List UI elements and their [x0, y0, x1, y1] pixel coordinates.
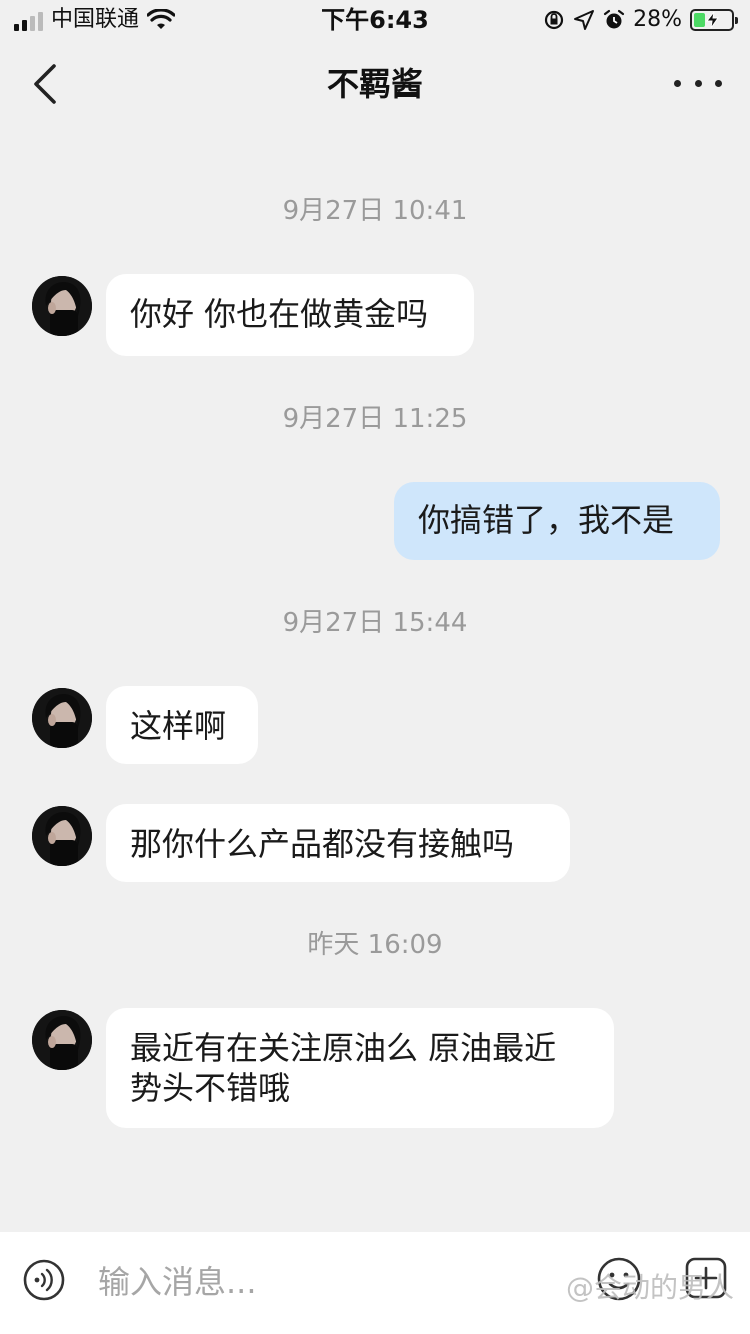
avatar[interactable] [32, 1010, 92, 1070]
received-message-bubble[interactable]: 你好 你也在做黄金吗 [106, 274, 474, 356]
chat-header: 不羁酱 [0, 44, 750, 124]
status-right: 28% [543, 6, 738, 34]
received-message-bubble[interactable]: 这样啊 [106, 686, 258, 764]
message-timestamp: 9月27日 15:44 [282, 608, 468, 638]
location-icon [574, 10, 595, 30]
alarm-icon [603, 9, 625, 29]
message-timestamp: 昨天 16:09 [307, 930, 443, 960]
message-timestamp: 9月27日 10:41 [282, 196, 468, 226]
status-bar: 中国联通 下午6:43 28% [0, 0, 750, 40]
avatar[interactable] [32, 688, 92, 748]
battery-icon [690, 9, 738, 31]
sent-message-bubble[interactable]: 你搞错了，我不是 [394, 482, 720, 560]
message-input[interactable] [98, 1262, 528, 1302]
avatar[interactable] [32, 276, 92, 336]
battery-percent: 28% [633, 7, 682, 32]
more-dots-icon[interactable] [674, 68, 722, 98]
message-timestamp: 9月27日 11:25 [282, 404, 468, 434]
voice-icon[interactable] [22, 1258, 66, 1302]
received-message-bubble[interactable]: 那你什么产品都没有接触吗 [106, 804, 570, 882]
received-message-bubble[interactable]: 最近有在关注原油么 原油最近 势头不错哦 [106, 1008, 614, 1128]
orientation-lock-icon [544, 10, 564, 30]
chat-title: 不羁酱 [326, 65, 423, 103]
avatar[interactable] [32, 806, 92, 866]
watermark: @会动的男人 [566, 1271, 735, 1304]
